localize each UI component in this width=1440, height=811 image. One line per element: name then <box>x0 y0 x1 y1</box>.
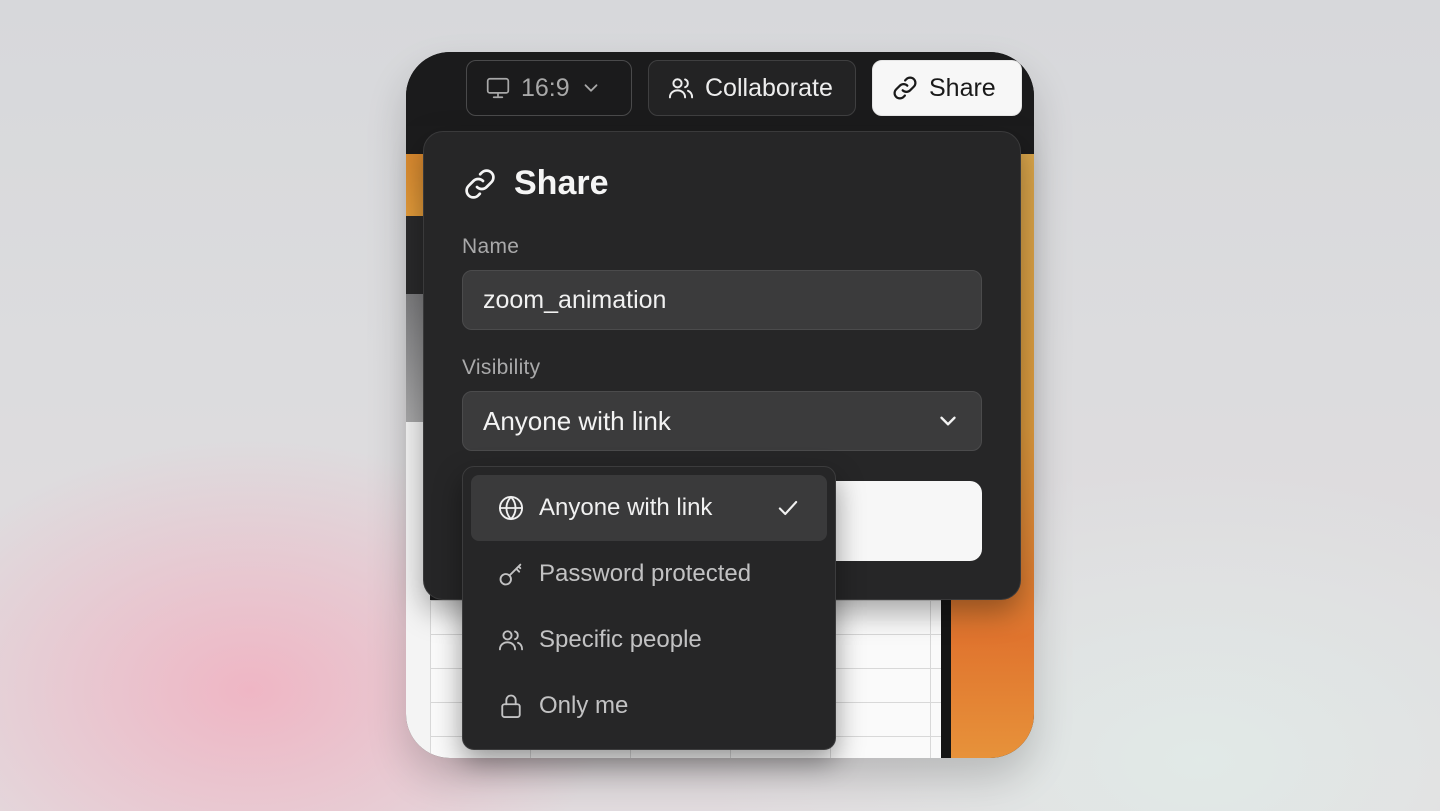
menu-item-password-protected[interactable]: Password protected <box>471 541 827 607</box>
chevron-down-icon <box>584 84 598 92</box>
lock-icon <box>501 694 521 719</box>
name-field[interactable] <box>462 270 982 330</box>
collaborate-button[interactable]: Collaborate <box>648 60 856 116</box>
visibility-dropdown-menu: Anyone with link Password protected Spec… <box>462 466 836 750</box>
users-icon <box>668 78 694 99</box>
name-label: Name <box>462 235 520 258</box>
users-icon <box>498 630 524 651</box>
visibility-label: Visibility <box>462 356 541 379</box>
share-button-label: Share <box>929 73 996 102</box>
monitor-icon <box>486 77 510 99</box>
menu-item-anyone-with-link[interactable]: Anyone with link <box>471 475 827 541</box>
link-icon <box>893 76 917 100</box>
visibility-select-value: Anyone with link <box>483 405 671 436</box>
key-icon <box>499 563 522 586</box>
collaborate-label: Collaborate <box>705 73 833 102</box>
share-dialog-header: Share <box>462 164 609 203</box>
menu-item-label: Anyone with link <box>539 494 713 521</box>
menu-item-only-me[interactable]: Only me <box>471 673 827 739</box>
checkmark-icon <box>778 500 798 516</box>
chevron-down-icon <box>940 416 956 426</box>
menu-item-label: Specific people <box>539 626 702 653</box>
link-icon <box>465 168 495 199</box>
menu-item-label: Password protected <box>539 560 752 587</box>
share-button[interactable]: Share <box>872 60 1022 116</box>
menu-item-specific-people[interactable]: Specific people <box>471 607 827 673</box>
aspect-ratio-dropdown[interactable]: 16:9 <box>466 60 632 116</box>
globe-icon <box>498 495 524 521</box>
menu-item-label: Only me <box>539 692 629 719</box>
share-dialog-title: Share <box>514 164 609 202</box>
aspect-ratio-label: 16:9 <box>521 73 570 102</box>
visibility-select[interactable]: Anyone with link <box>462 391 982 451</box>
canvas-preview-divider <box>941 592 951 758</box>
